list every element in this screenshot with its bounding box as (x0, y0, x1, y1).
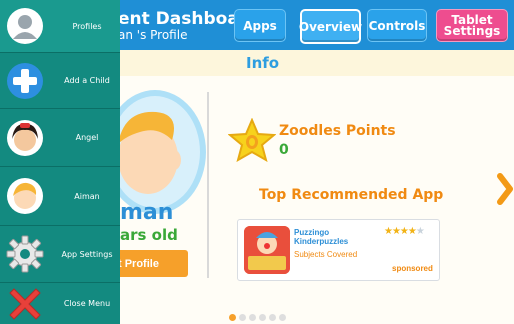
controls-tab-button[interactable]: Controls (367, 9, 427, 42)
points-label: Zoodles Points (279, 123, 396, 139)
menu-label: Angel (75, 133, 99, 142)
menu-item-aiman[interactable]: Aiman (0, 167, 120, 226)
app-name: Puzzingo Kinderpuzzles (294, 228, 349, 246)
side-menu: Profiles Add a Child Angel Aiman App Set… (0, 0, 120, 324)
recommended-title: Top Recommended App (259, 187, 444, 203)
tablet-settings-label-line2: Settings (443, 23, 501, 38)
info-title: Info (246, 54, 280, 72)
apps-tab-button[interactable]: Apps (234, 9, 286, 42)
menu-item-app-settings[interactable]: App Settings (0, 226, 120, 283)
child-name: man (120, 200, 174, 225)
boy-face-icon (118, 111, 181, 194)
menu-item-add-child[interactable]: Add a Child (0, 53, 120, 109)
page-dot[interactable] (259, 314, 266, 321)
app-subjects: Subjects Covered (294, 250, 358, 259)
page-dot[interactable] (229, 314, 236, 321)
chevron-right-icon[interactable] (496, 172, 514, 206)
boy-avatar-icon (7, 178, 43, 214)
edit-profile-button[interactable]: t Profile (108, 250, 188, 277)
tablet-settings-button[interactable]: Tablet Settings (436, 9, 508, 42)
page-dot[interactable] (239, 314, 246, 321)
page-dot[interactable] (269, 314, 276, 321)
menu-label: App Settings (61, 249, 113, 259)
overview-tab-button[interactable]: Overview (299, 9, 362, 44)
plus-icon (7, 63, 43, 99)
menu-item-profiles[interactable]: Profiles (0, 0, 120, 53)
page-indicator (229, 314, 286, 321)
menu-label: Add a Child (64, 76, 110, 85)
points-value: 0 (279, 142, 289, 158)
girl-avatar-icon (7, 120, 43, 156)
menu-item-angel[interactable]: Angel (0, 109, 120, 167)
profile-silhouette-icon (7, 8, 43, 44)
recommended-app-card[interactable]: Puzzingo Kinderpuzzles Subjects Covered … (237, 219, 440, 281)
menu-label: Profiles (72, 21, 102, 31)
column-divider (207, 92, 209, 278)
gear-icon (6, 235, 44, 273)
app-icon (244, 226, 290, 274)
menu-label: Aiman (74, 191, 100, 201)
child-age: ars old (120, 226, 178, 244)
rating-stars-icon: ★★★★★ (384, 226, 425, 237)
page-dot[interactable] (249, 314, 256, 321)
page-dot[interactable] (279, 314, 286, 321)
star-icon (228, 118, 276, 162)
close-icon (9, 288, 41, 320)
menu-label: Close Menu (63, 299, 111, 308)
profile-subtitle: an 's Profile (118, 28, 188, 42)
menu-item-close[interactable]: Close Menu (0, 283, 120, 324)
sponsored-label: sponsored (392, 264, 433, 273)
